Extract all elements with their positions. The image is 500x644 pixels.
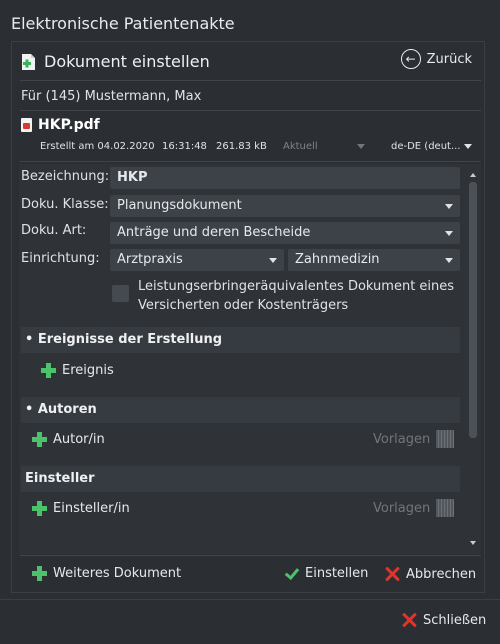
chevron-down-icon[interactable] (464, 144, 472, 149)
close-icon (384, 566, 400, 582)
pdf-file-icon (21, 118, 32, 132)
chevron-down-icon (445, 230, 453, 236)
plus-icon (32, 501, 47, 516)
schliessen-label: Schließen (423, 612, 487, 628)
einsteller-vorlagen-label: Vorlagen (373, 500, 431, 516)
version-status: Aktuell (283, 141, 318, 152)
version-status-select[interactable]: Aktuell (283, 141, 318, 152)
section-autoren[interactable]: • Autoren (21, 397, 460, 423)
file-size: 261.83 kB (216, 141, 267, 152)
section-ereignisse[interactable]: • Ereignisse der Erstellung (21, 327, 460, 353)
klasse-value: Planungsdokument (117, 198, 242, 213)
scroll-up-icon[interactable] (470, 173, 476, 177)
checkmark-icon (281, 567, 299, 581)
art-label: Doku. Art: (21, 223, 87, 238)
divider (20, 161, 481, 162)
add-einsteller-label: Einsteller/in (53, 501, 130, 516)
close-icon (401, 612, 417, 628)
plus-icon (41, 363, 56, 378)
back-label: Zurück (426, 51, 472, 67)
add-document-icon (22, 53, 35, 70)
fachrichtung-select[interactable]: Zahnmedizin (288, 249, 460, 271)
add-einsteller-button[interactable]: Einsteller/in (32, 501, 130, 516)
einstellen-label: Einstellen (305, 566, 369, 581)
klasse-label: Doku. Klasse: (21, 197, 109, 212)
schliessen-button[interactable]: Schließen (401, 612, 486, 628)
checkbox-label-line1: Leistungserbringeräquivalentes Dokument … (138, 279, 455, 294)
section-einsteller[interactable]: Einsteller (21, 466, 460, 492)
klasse-select[interactable]: Planungsdokument (110, 195, 460, 217)
plus-icon (32, 566, 47, 581)
dialog-header: Dokument einstellen (21, 52, 210, 71)
file-name-row: HKP.pdf (21, 117, 100, 133)
divider (20, 80, 481, 81)
weiteres-dokument-label: Weiteres Dokument (53, 566, 182, 581)
einstellen-button[interactable]: Einstellen (281, 566, 368, 581)
footer-divider (0, 599, 500, 600)
patient-label: Für (145) Mustermann, Max (21, 89, 202, 104)
back-button[interactable]: ← Zurück (400, 49, 472, 69)
leistungserbringer-checkbox[interactable] (112, 285, 129, 302)
chevron-down-icon (269, 257, 277, 263)
art-value: Anträge und deren Bescheide (117, 225, 311, 240)
einsteller-vorlagen-button[interactable]: Vorlagen (373, 499, 455, 517)
dialog-title: Dokument einstellen (44, 52, 210, 71)
template-list-icon (436, 499, 455, 517)
add-autor-label: Autor/in (53, 432, 105, 447)
art-select[interactable]: Anträge und deren Bescheide (110, 222, 460, 244)
autor-vorlagen-label: Vorlagen (373, 431, 431, 447)
scroll-down-icon[interactable] (470, 541, 476, 545)
weiteres-dokument-button[interactable]: Weiteres Dokument (32, 566, 181, 581)
add-ereignis-label: Ereignis (62, 363, 114, 378)
fachrichtung-value: Zahnmedizin (295, 252, 380, 267)
chevron-down-icon[interactable] (357, 144, 365, 149)
window-title: Elektronische Patientenakte (11, 14, 235, 33)
arrow-left-icon: ← (400, 49, 421, 69)
autor-vorlagen-button[interactable]: Vorlagen (373, 430, 455, 448)
einrichtung-select[interactable]: Arztpraxis (110, 249, 284, 271)
bezeichnung-input[interactable]: HKP (110, 167, 460, 189)
chevron-down-icon (445, 257, 453, 263)
divider (20, 555, 481, 556)
language-select[interactable]: de-DE (deut... (391, 141, 461, 152)
file-created: Erstellt am 04.02.2020 (40, 141, 155, 152)
bezeichnung-label: Bezeichnung: (21, 169, 110, 184)
chevron-down-icon (445, 203, 453, 209)
abbrechen-label: Abbrechen (406, 566, 477, 582)
file-name: HKP.pdf (38, 117, 100, 133)
einrichtung-value: Arztpraxis (117, 252, 183, 267)
file-time: 16:31:48 (162, 141, 207, 152)
add-autor-button[interactable]: Autor/in (32, 432, 105, 447)
template-list-icon (436, 430, 455, 448)
checkbox-label: Leistungserbringeräquivalentes Dokument … (138, 277, 454, 315)
language-value: de-DE (deut... (391, 141, 461, 152)
abbrechen-button[interactable]: Abbrechen (384, 566, 476, 582)
add-ereignis-button[interactable]: Ereignis (41, 363, 114, 378)
scroll-thumb[interactable] (469, 182, 477, 438)
einrichtung-label: Einrichtung: (21, 251, 100, 266)
divider (20, 110, 481, 111)
plus-icon (32, 432, 47, 447)
checkbox-label-line2: Versicherten oder Kostenträgers (138, 298, 349, 313)
